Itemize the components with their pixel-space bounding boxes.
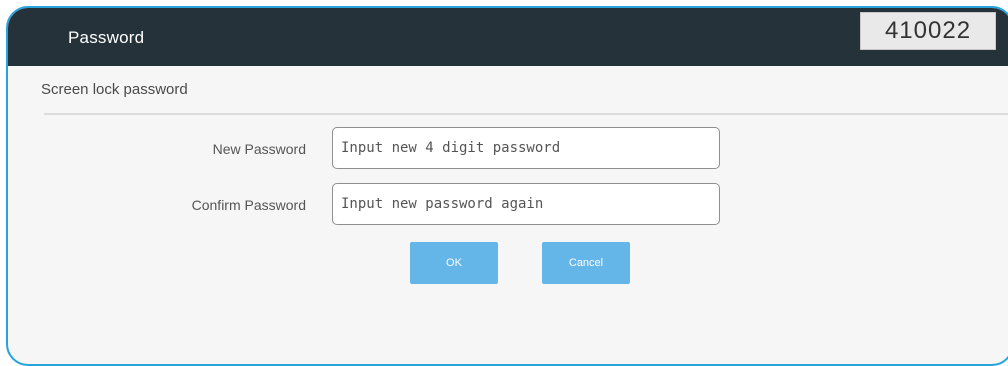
code-badge: 410022 xyxy=(860,12,996,50)
new-password-input[interactable] xyxy=(332,127,720,169)
confirm-password-label: Confirm Password xyxy=(191,197,306,213)
section-title: Screen lock password xyxy=(41,81,188,98)
ok-button[interactable]: OK xyxy=(410,242,498,284)
cancel-button[interactable]: Cancel xyxy=(542,242,630,284)
confirm-password-input[interactable] xyxy=(332,183,720,225)
section-divider xyxy=(44,113,1008,115)
new-password-label: New Password xyxy=(212,141,306,157)
dialog-title: Password xyxy=(68,28,145,47)
dialog-titlebar: Password 410022 xyxy=(8,8,1008,66)
password-dialog: Password 410022 Screen lock password New… xyxy=(6,6,1008,366)
